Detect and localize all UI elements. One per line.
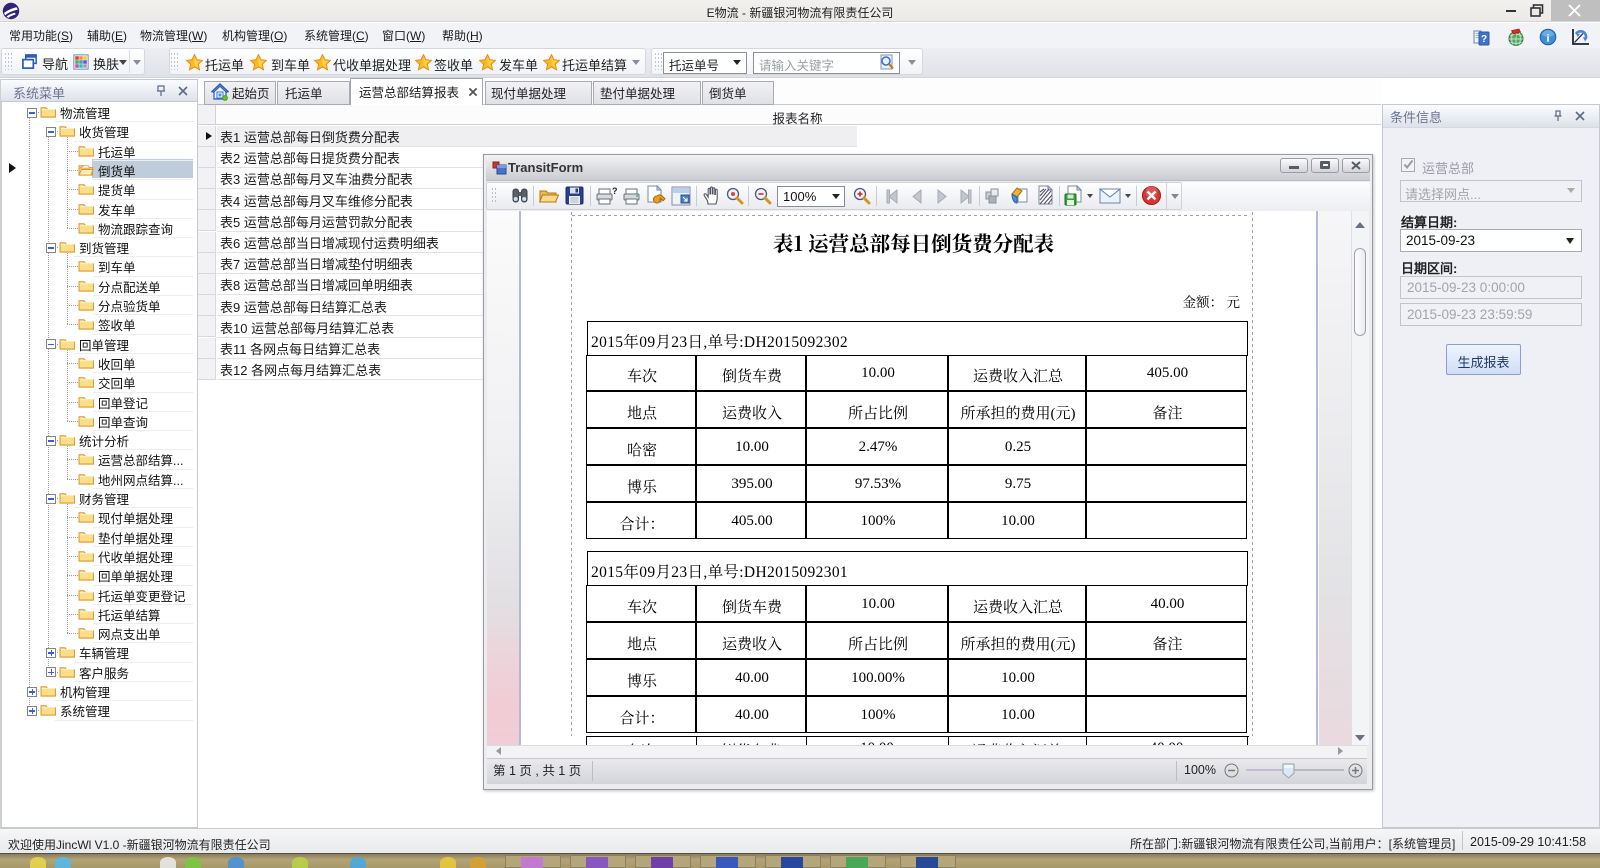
svg-text:i: i xyxy=(1546,33,1549,45)
svg-text:?: ? xyxy=(612,186,617,196)
svg-text:?: ? xyxy=(1481,34,1487,45)
